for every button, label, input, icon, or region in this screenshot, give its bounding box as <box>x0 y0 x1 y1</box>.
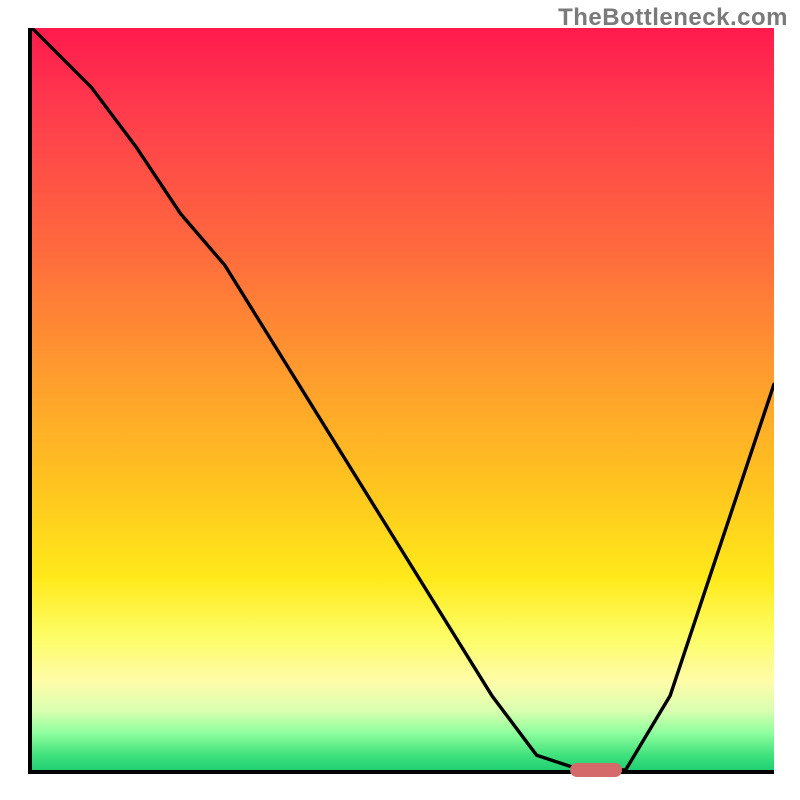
chart-stage: TheBottleneck.com <box>0 0 800 800</box>
bottleneck-curve <box>32 28 774 770</box>
plot-area <box>32 28 774 770</box>
optimal-marker <box>570 763 622 777</box>
x-axis <box>28 770 774 774</box>
